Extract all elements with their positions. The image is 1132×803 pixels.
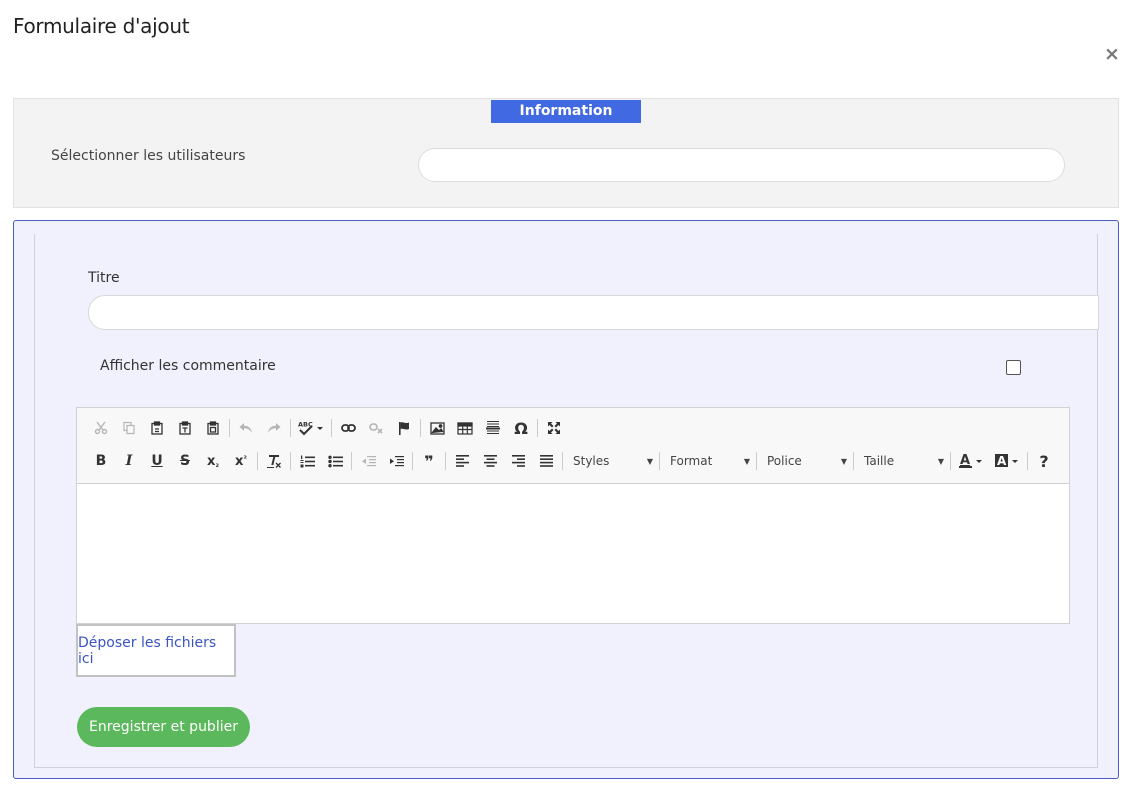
superscript-mark: ² — [243, 453, 247, 463]
superscript-icon[interactable]: x² — [227, 449, 255, 473]
toolbar-separator — [853, 452, 854, 470]
strikethrough-icon[interactable]: S — [171, 449, 199, 473]
editor-content-area[interactable] — [77, 484, 1069, 623]
text-color-glyph: A — [960, 453, 970, 468]
chevron-down-icon: ▼ — [840, 456, 847, 466]
blockquote-icon[interactable]: ❞ — [415, 449, 443, 473]
paste-icon[interactable] — [143, 416, 171, 440]
redo-icon[interactable] — [260, 416, 288, 440]
tab-information[interactable]: Information — [491, 100, 641, 123]
select-users-label: Sélectionner les utilisateurs — [51, 148, 246, 164]
toolbar-separator — [1027, 452, 1028, 470]
cut-icon[interactable] — [87, 416, 115, 440]
help-icon[interactable]: ? — [1030, 449, 1058, 473]
link-icon[interactable] — [334, 416, 362, 440]
bulleted-list-icon[interactable] — [321, 449, 349, 473]
show-comments-label: Afficher les commentaire — [100, 358, 276, 374]
undo-icon[interactable] — [232, 416, 260, 440]
chevron-down-icon: ▼ — [937, 456, 944, 466]
outdent-icon[interactable] — [354, 449, 382, 473]
toolbar-separator — [950, 452, 951, 470]
chevron-down-icon: ▼ — [743, 456, 750, 466]
toolbar-separator — [351, 452, 352, 470]
unlink-icon[interactable] — [362, 416, 390, 440]
toolbar-separator — [290, 452, 291, 470]
subscript-icon[interactable]: x₂ — [199, 449, 227, 473]
remove-format-icon[interactable] — [260, 449, 288, 473]
title-label: Titre — [88, 270, 120, 286]
paste-word-icon[interactable] — [199, 416, 227, 440]
styles-dropdown[interactable]: Styles ▼ — [565, 450, 657, 472]
bold-icon[interactable]: B — [87, 449, 115, 473]
paste-text-icon[interactable] — [171, 416, 199, 440]
special-char-icon[interactable]: Ω — [507, 416, 535, 440]
toolbar-separator — [562, 452, 563, 470]
underline-icon[interactable]: U — [143, 449, 171, 473]
rich-text-editor: ABC Ω B I U S x ₂ x ² ❞ Styles ▼ Format … — [76, 407, 1070, 624]
toolbar-separator — [229, 419, 230, 437]
content-form-inner: Titre Afficher les commentaire ABC Ω B I… — [34, 234, 1099, 768]
superscript-glyph: x — [235, 453, 244, 469]
toolbar-separator — [659, 452, 660, 470]
toolbar-separator — [331, 419, 332, 437]
size-dropdown[interactable]: Taille ▼ — [856, 450, 948, 472]
chevron-down-icon: ▼ — [646, 456, 653, 466]
text-color-icon[interactable]: A — [953, 449, 989, 473]
background-color-glyph: A — [997, 454, 1007, 468]
select-users-input[interactable] — [418, 148, 1065, 182]
toolbar-separator — [420, 419, 421, 437]
toolbar-separator — [412, 452, 413, 470]
title-input[interactable] — [88, 295, 1099, 330]
toolbar-row-2: B I U S x₂ x² ❞ Styles ▼ Format ▼ Police… — [87, 448, 1058, 474]
font-dropdown-label: Police — [767, 454, 802, 468]
toolbar-separator — [257, 452, 258, 470]
toolbar-separator — [445, 452, 446, 470]
editor-toolbar: ABC Ω B I U S x ₂ x ² ❞ Styles ▼ Format … — [77, 408, 1069, 484]
align-left-icon[interactable] — [448, 449, 476, 473]
show-comments-checkbox[interactable] — [1006, 360, 1021, 375]
save-and-publish-button[interactable]: Enregistrer et publier — [77, 707, 250, 747]
justify-icon[interactable] — [532, 449, 560, 473]
align-right-icon[interactable] — [504, 449, 532, 473]
font-dropdown[interactable]: Police ▼ — [759, 450, 851, 472]
toolbar-separator — [537, 419, 538, 437]
maximize-icon[interactable] — [540, 416, 568, 440]
toolbar-separator — [290, 419, 291, 437]
format-dropdown-label: Format — [670, 454, 713, 468]
spellcheck-icon[interactable]: ABC — [293, 416, 329, 440]
styles-dropdown-label: Styles — [573, 454, 610, 468]
format-dropdown[interactable]: Format ▼ — [662, 450, 754, 472]
anchor-icon[interactable] — [390, 416, 418, 440]
align-center-icon[interactable] — [476, 449, 504, 473]
toolbar-row-1: ABC Ω — [87, 415, 568, 441]
content-form-panel: Titre Afficher les commentaire ABC Ω B I… — [13, 220, 1119, 779]
copy-icon[interactable] — [115, 416, 143, 440]
size-dropdown-label: Taille — [864, 454, 895, 468]
modal-title: Formulaire d'ajout — [13, 14, 190, 38]
numbered-list-icon[interactable] — [293, 449, 321, 473]
close-icon[interactable]: × — [1103, 44, 1121, 64]
toolbar-separator — [756, 452, 757, 470]
indent-icon[interactable] — [382, 449, 410, 473]
background-color-icon[interactable]: A — [989, 449, 1025, 473]
file-dropzone[interactable]: Déposer les fichiers ici — [76, 624, 236, 677]
italic-icon[interactable]: I — [115, 449, 143, 473]
subscript-mark: ₂ — [215, 459, 219, 469]
subscript-glyph: x — [207, 453, 216, 469]
horizontal-line-icon[interactable] — [479, 416, 507, 440]
image-icon[interactable] — [423, 416, 451, 440]
information-panel: Information Sélectionner les utilisateur… — [13, 98, 1119, 208]
table-icon[interactable] — [451, 416, 479, 440]
